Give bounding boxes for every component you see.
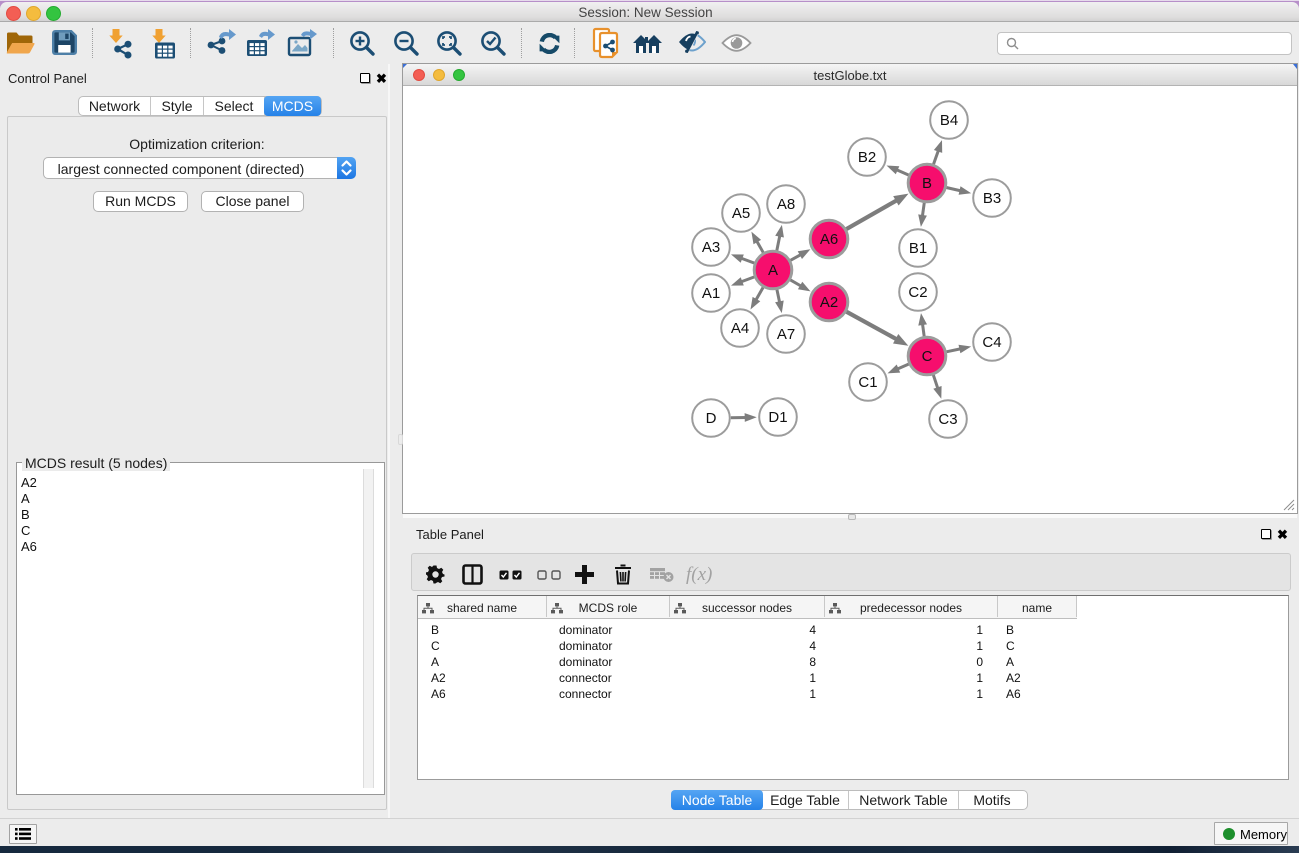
- svg-text:B3: B3: [983, 190, 1001, 207]
- svg-text:B2: B2: [858, 149, 876, 166]
- svg-text:C2: C2: [908, 284, 927, 301]
- svg-text:A1: A1: [702, 285, 720, 302]
- svg-text:D1: D1: [768, 409, 787, 426]
- svg-text:D: D: [706, 410, 717, 427]
- svg-text:B4: B4: [940, 112, 958, 129]
- svg-text:A2: A2: [820, 294, 838, 311]
- svg-text:A4: A4: [731, 320, 749, 337]
- svg-text:B1: B1: [909, 240, 927, 257]
- svg-text:A8: A8: [777, 196, 795, 213]
- svg-text:C: C: [922, 348, 933, 365]
- svg-text:B: B: [922, 175, 932, 192]
- svg-text:C3: C3: [938, 411, 957, 428]
- svg-text:A: A: [768, 262, 778, 279]
- svg-text:A5: A5: [732, 205, 750, 222]
- svg-text:A3: A3: [702, 239, 720, 256]
- svg-text:C1: C1: [858, 374, 877, 391]
- svg-text:C4: C4: [982, 334, 1001, 351]
- svg-text:A7: A7: [777, 326, 795, 343]
- svg-text:A6: A6: [820, 231, 838, 248]
